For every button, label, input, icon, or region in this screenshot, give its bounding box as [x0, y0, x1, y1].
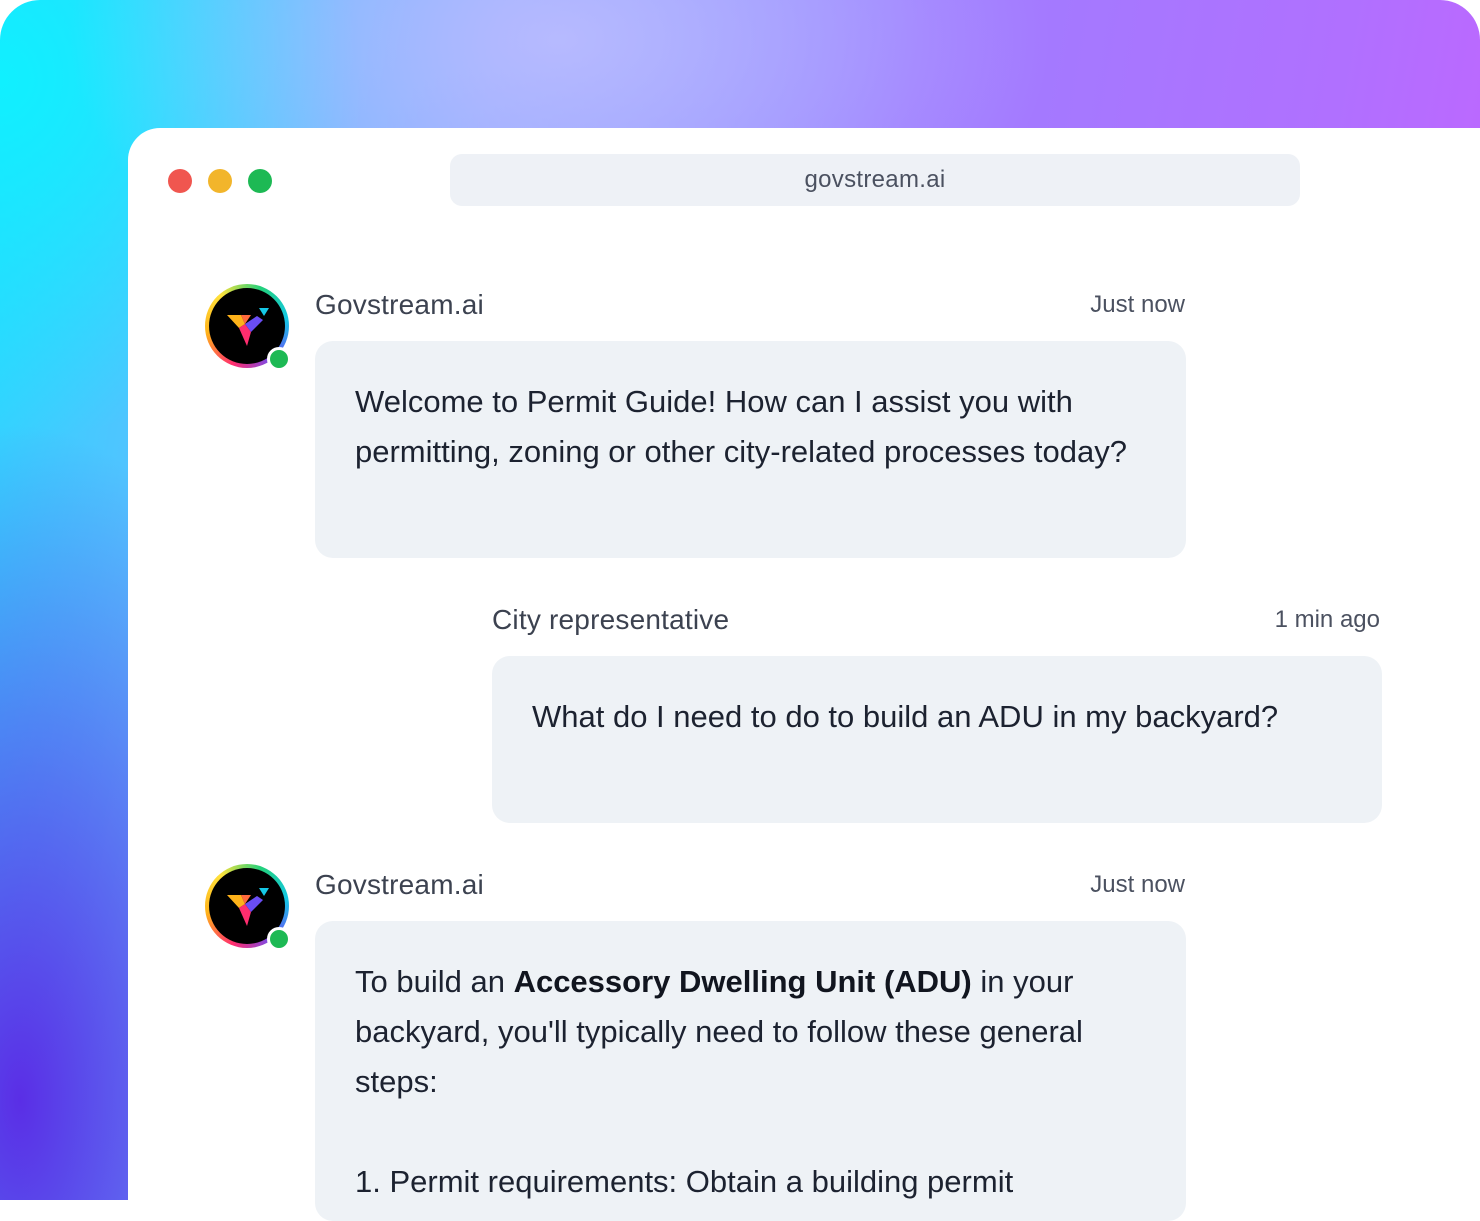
online-status-dot — [267, 927, 291, 951]
message-sender: Govstream.ai — [315, 869, 484, 900]
message-text: What do I need to do to build an ADU in … — [532, 699, 1279, 734]
window-minimize-button[interactable] — [208, 169, 232, 193]
address-bar-url: govstream.ai — [804, 166, 946, 193]
message-timestamp: 1 min ago — [1274, 606, 1380, 633]
message-sender: Govstream.ai — [315, 289, 484, 320]
message-bubble-user: What do I need to do to build an ADU in … — [492, 656, 1382, 823]
online-status-dot — [267, 347, 291, 371]
message-sender: City representative — [492, 604, 730, 635]
address-bar[interactable]: govstream.ai — [450, 154, 1300, 206]
message-timestamp: Just now — [1090, 871, 1185, 898]
message-text-emphasis: Accessory Dwelling Unit (ADU) — [513, 964, 972, 999]
message-bubble-bot: To build an Accessory Dwelling Unit (ADU… — [315, 921, 1186, 1221]
message-timestamp: Just now — [1090, 291, 1185, 318]
message-bubble-bot: Welcome to Permit Guide! How can I assis… — [315, 341, 1186, 558]
window-close-button[interactable] — [168, 169, 192, 193]
message-text: Welcome to Permit Guide! How can I assis… — [355, 384, 1127, 469]
message-text-part: To build an — [355, 964, 514, 999]
message-text: To build an Accessory Dwelling Unit (ADU… — [355, 957, 1146, 1107]
window-maximize-button[interactable] — [248, 169, 272, 193]
